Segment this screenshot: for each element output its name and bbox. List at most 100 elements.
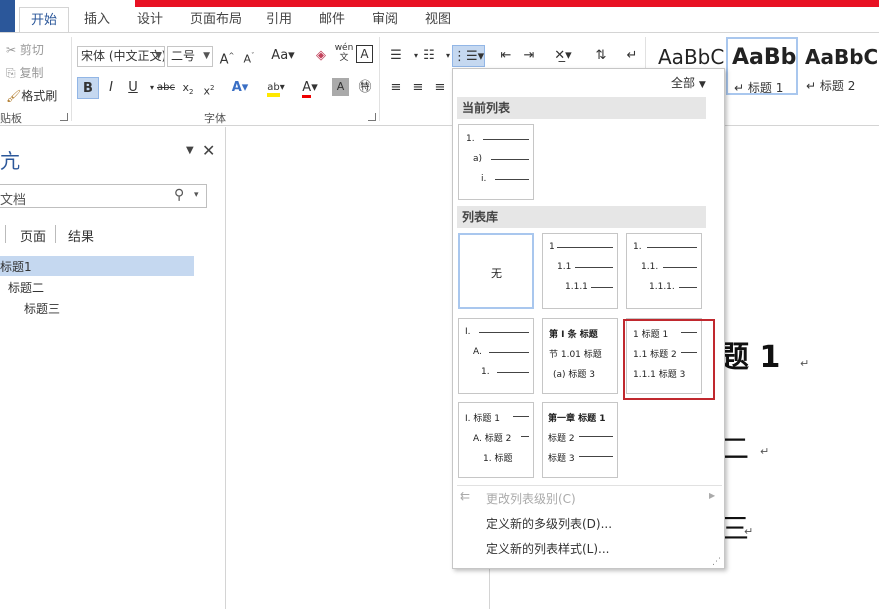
list-none-option[interactable]: 无: [458, 233, 534, 309]
strikethrough-button[interactable]: abc: [155, 77, 177, 99]
menu-divider: [457, 485, 722, 486]
search-icon[interactable]: ⚲: [174, 187, 184, 203]
group-separator: [379, 37, 380, 121]
enclose-char-icon[interactable]: ㊕: [354, 77, 376, 99]
style-name: ↵ 标题 2: [806, 79, 856, 93]
paintbrush-icon: 🖌: [6, 89, 22, 103]
nav-tab-results[interactable]: 结果: [68, 226, 94, 245]
highlight-button[interactable]: ab▾: [262, 77, 290, 99]
show-marks-icon[interactable]: ↵: [621, 45, 643, 67]
list-level-label: 1.: [466, 134, 475, 144]
bold-button[interactable]: B: [77, 77, 99, 99]
define-list-style-item[interactable]: 定义新的列表样式(L)...: [486, 540, 610, 557]
align-center-icon[interactable]: ≡: [407, 77, 429, 99]
font-size-combo[interactable]: 二号 ▼: [167, 46, 213, 67]
align-right-icon[interactable]: ≡: [429, 77, 451, 99]
font-color-button[interactable]: A▾: [297, 77, 323, 99]
multilevel-list-menu: 全部 ▼ 当前列表 1. a) i. 列表库 无 1 1.1 1.1.1 1. …: [452, 68, 725, 569]
chevron-down-icon[interactable]: ▾: [194, 190, 199, 200]
format-painter-button[interactable]: 🖌格式刷: [6, 87, 57, 104]
tab-home[interactable]: 开始: [19, 7, 69, 33]
shrink-font-button[interactable]: Aˇ: [238, 45, 260, 67]
list-filter-dropdown[interactable]: 全部 ▼: [671, 74, 706, 91]
text-effects-button[interactable]: A▾: [229, 77, 251, 99]
none-label: 无: [491, 267, 502, 280]
multilevel-list-button[interactable]: ⋮☰▾: [452, 45, 485, 67]
list-level-label: 标题 3: [548, 454, 575, 464]
list-option-article[interactable]: 第 Ⅰ 条 标题 节 1.01 标题 (a) 标题 3: [542, 318, 618, 394]
close-icon[interactable]: ✕: [202, 141, 215, 160]
list-level-label: 1: [549, 242, 555, 252]
nav-search-input[interactable]: 文档 ⚲ ▾: [0, 184, 207, 208]
doc-heading-2[interactable]: 二: [721, 427, 749, 467]
tab-references[interactable]: 引用: [258, 7, 300, 32]
font-name-combo[interactable]: 宋体 (中文正文) ▼: [77, 46, 165, 67]
tab-mailings[interactable]: 邮件: [311, 7, 353, 32]
page-margin-area: [226, 127, 490, 609]
chinese-layout-icon[interactable]: ✕̲▾: [548, 45, 578, 67]
list-level-label: Ⅰ. 标题 1: [465, 414, 500, 424]
list-level-label: 1.: [481, 367, 490, 377]
list-level-label: (a) 标题 3: [553, 370, 595, 380]
copy-button[interactable]: ⎘ 复制: [6, 64, 43, 81]
nav-options-icon[interactable]: ▼: [186, 145, 194, 156]
nav-heading-3[interactable]: 标题三: [24, 300, 60, 317]
subscript-button[interactable]: x2: [177, 77, 199, 99]
tab-review[interactable]: 审阅: [364, 7, 406, 32]
list-level-label: I.: [465, 327, 471, 337]
change-list-level-item: 更改列表级别(C): [486, 492, 576, 506]
font-group-label: 字体: [204, 112, 226, 125]
list-option-chapter[interactable]: 第一章 标题 1 标题 2 标题 3: [542, 402, 618, 478]
list-level-label: 1.1.1.: [649, 282, 675, 292]
tab-insert[interactable]: 插入: [76, 7, 118, 32]
resize-grip-icon[interactable]: ⋰: [712, 557, 721, 567]
clipboard-launcher-icon[interactable]: [60, 113, 68, 121]
current-list-header: 当前列表: [457, 97, 706, 119]
cut-button[interactable]: ✂ 剪切: [6, 41, 44, 58]
nav-tab-pages[interactable]: 页面: [20, 226, 46, 245]
copy-icon: ⎘: [6, 66, 16, 80]
nav-tab-separator: [55, 225, 56, 243]
list-option-heading-roman[interactable]: Ⅰ. 标题 1 A. 标题 2 1. 标题: [458, 402, 534, 478]
align-left-icon[interactable]: ≡: [385, 77, 407, 99]
font-launcher-icon[interactable]: [368, 113, 376, 121]
clear-format-icon[interactable]: ◈: [310, 45, 332, 67]
style-preview: AaBbC: [658, 45, 725, 69]
chevron-down-icon: ▼: [698, 80, 706, 90]
char-border-button[interactable]: A: [356, 45, 373, 63]
tab-design[interactable]: 设计: [129, 7, 171, 32]
phonetic-char: 文: [339, 53, 349, 63]
sort-icon[interactable]: ⇅: [590, 45, 612, 67]
list-option-numeric-dot[interactable]: 1. 1.1. 1.1.1.: [626, 233, 702, 309]
file-tab-edge[interactable]: [0, 0, 15, 32]
list-option-numeric[interactable]: 1 1.1 1.1.1: [542, 233, 618, 309]
italic-button[interactable]: I: [100, 77, 122, 99]
copy-label: 复制: [19, 66, 44, 80]
change-case-button[interactable]: Aa▾: [268, 45, 298, 67]
grow-font-button[interactable]: A^: [216, 45, 238, 67]
define-multilevel-list-item[interactable]: 定义新的多级列表(D)...: [486, 515, 612, 532]
filter-label: 全部: [671, 76, 696, 90]
doc-heading-1[interactable]: 题 1: [719, 332, 780, 376]
superscript-button[interactable]: x2: [198, 77, 220, 99]
bullets-icon[interactable]: ☰: [385, 45, 407, 67]
tab-view[interactable]: 视图: [417, 7, 459, 32]
nav-heading-2[interactable]: 标题二: [8, 279, 44, 296]
multilevel-list-icon: ⋮☰▾: [453, 49, 485, 64]
increase-indent-icon[interactable]: ⇥: [518, 45, 540, 67]
list-level-label: 1.1.1: [565, 282, 588, 292]
ribbon: ✂ 剪切 ⎘ 复制 🖌格式刷 贴板 宋体 (中文正文) ▼ 二号 ▼ A^ Aˇ A…: [0, 32, 879, 126]
list-level-label: 1. 标题: [483, 454, 513, 464]
list-level-label: 1.1.: [641, 262, 659, 272]
style-heading-2[interactable]: AaBbC ↵ 标题 2: [800, 37, 878, 95]
tab-layout[interactable]: 页面布局: [186, 7, 246, 32]
nav-heading-1[interactable]: 标题1: [0, 258, 32, 275]
char-shading-button[interactable]: A: [332, 78, 349, 96]
current-list-thumb[interactable]: 1. a) i.: [458, 124, 534, 200]
phonetic-guide-button[interactable]: wén 文: [333, 43, 355, 65]
ribbon-tab-bar: 开始 插入 设计 页面布局 引用 邮件 审阅 视图: [0, 0, 879, 33]
list-option-roman[interactable]: I. A. 1.: [458, 318, 534, 394]
style-heading-1[interactable]: AaBb ↵ 标题 1: [726, 37, 798, 95]
para-mark: ↵: [800, 357, 810, 370]
decrease-indent-icon[interactable]: ⇤: [495, 45, 517, 67]
